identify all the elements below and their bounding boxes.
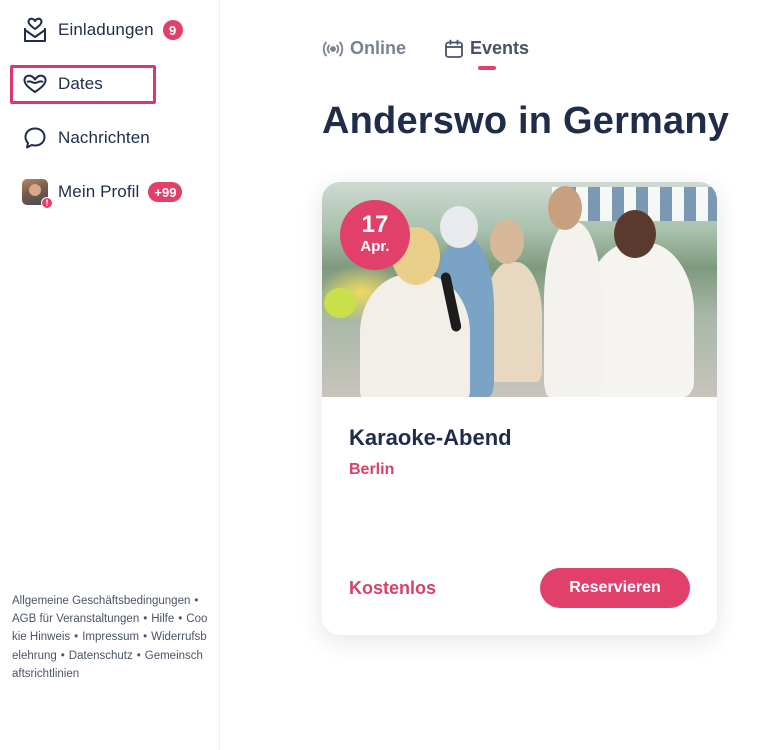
invitations-count-badge: 9: [162, 20, 183, 40]
event-title: Karaoke-Abend: [349, 425, 512, 450]
sidebar-item-label: Mein Profil: [58, 182, 140, 201]
event-city: Berlin: [349, 461, 395, 478]
tab-events[interactable]: Events: [444, 38, 530, 70]
tab-label: Events: [470, 38, 530, 58]
heart-outline-icon: [22, 71, 48, 97]
profile-count-badge: +99: [148, 182, 183, 202]
footer-link-agb[interactable]: Allgemeine Geschäftsbedingungen: [12, 595, 190, 607]
avatar-icon: !: [22, 179, 53, 209]
sidebar-item-nachrichten[interactable]: Nachrichten: [22, 122, 150, 154]
sidebar-item-label: Einladungen: [58, 20, 154, 39]
footer-link-datenschutz[interactable]: Datenschutz: [69, 650, 133, 662]
sidebar-item-label: Nachrichten: [58, 128, 150, 147]
footer-link-hilfe[interactable]: Hilfe: [151, 613, 174, 625]
sidebar-item-einladungen[interactable]: Einladungen 9: [22, 14, 183, 46]
event-date-month: Apr.: [360, 238, 390, 255]
sidebar-item-mein-profil[interactable]: ! Mein Profil +99: [22, 176, 183, 209]
speech-bubble-icon: [22, 125, 48, 151]
tab-bar: Online Events: [322, 38, 567, 70]
event-card[interactable]: 17 Apr. Karaoke-Abend Berlin Kostenlos R…: [322, 182, 717, 635]
sidebar: Einladungen 9 Dates Nachrichten ! Mein P…: [0, 0, 220, 750]
event-date-day: 17: [361, 211, 389, 238]
tab-label: Online: [350, 38, 407, 58]
avatar: !: [22, 179, 53, 209]
tab-online[interactable]: Online: [322, 38, 406, 59]
profile-alert-badge: !: [41, 197, 53, 209]
footer-link-agb-events[interactable]: AGB für Veranstaltungen: [12, 613, 139, 625]
event-date-badge: 17 Apr.: [340, 200, 410, 270]
sidebar-item-dates[interactable]: Dates: [22, 68, 103, 100]
event-price: Kostenlos: [349, 578, 437, 598]
sidebar-item-label: Dates: [58, 74, 103, 93]
heart-envelope-icon: [22, 17, 48, 43]
calendar-icon: [444, 39, 464, 59]
footer-links: Allgemeine Geschäftsbedingungen •AGB für …: [12, 595, 208, 680]
active-tab-indicator: [478, 66, 497, 70]
event-image: 17 Apr.: [322, 182, 717, 397]
broadcast-icon: [322, 40, 344, 58]
reserve-button[interactable]: Reservieren: [540, 568, 690, 608]
footer-link-impressum[interactable]: Impressum: [82, 631, 139, 643]
page-title: Anderswo in Germany: [322, 100, 730, 142]
